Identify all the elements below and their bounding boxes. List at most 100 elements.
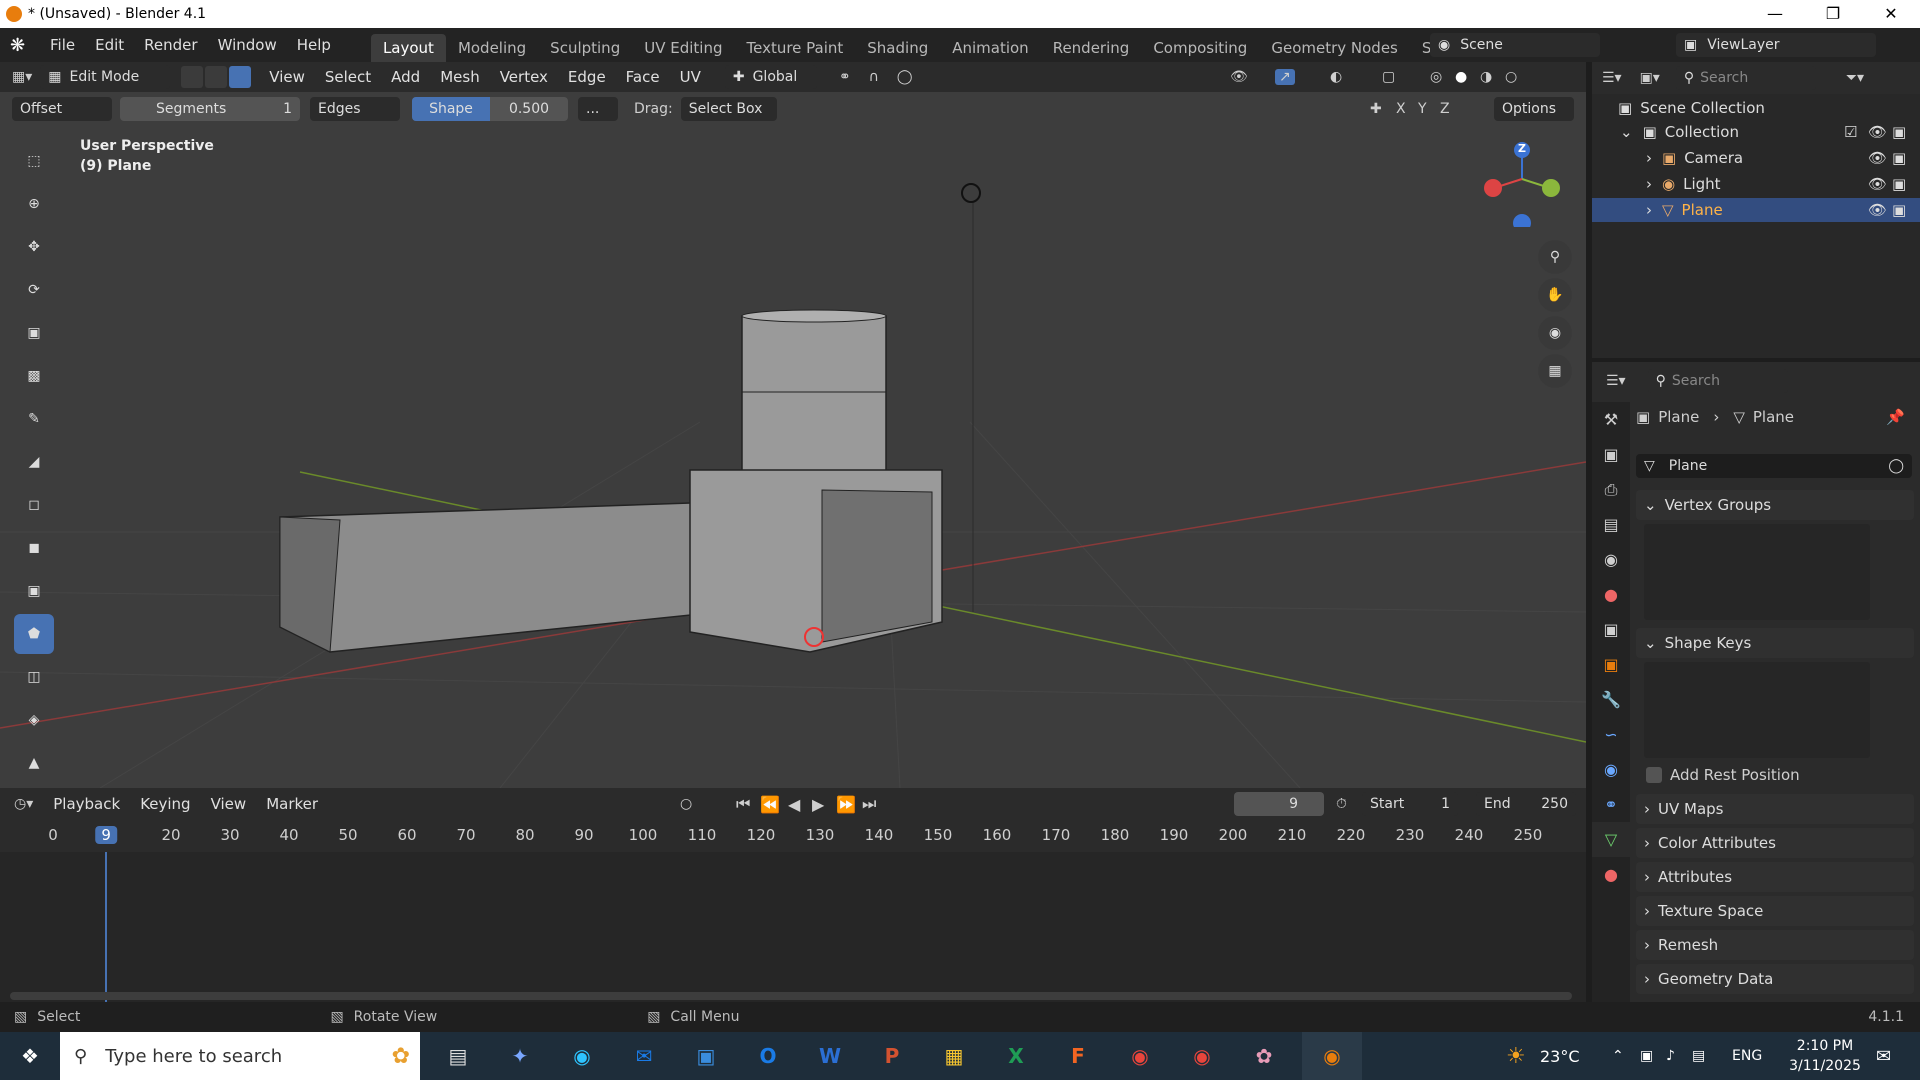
ruler-tick-label[interactable]: 240 — [1455, 826, 1484, 844]
expand-plane-icon[interactable]: › — [1646, 201, 1652, 219]
tab-modeling[interactable]: Modeling — [446, 34, 538, 62]
ruler-tick-label[interactable]: 180 — [1101, 826, 1130, 844]
segments-field[interactable]: Segments 1 — [120, 97, 300, 121]
minimize-icon[interactable]: — — [1746, 0, 1804, 28]
inset-icon[interactable]: ▣ — [14, 571, 54, 611]
cursor-icon[interactable]: ⊕ — [14, 184, 54, 224]
outlook-new-icon[interactable]: ✉ — [620, 1032, 668, 1080]
proportional-edit-icon[interactable]: ◯ — [897, 69, 913, 85]
affect-select[interactable]: Edges — [310, 97, 400, 121]
menu-help[interactable]: Help — [287, 28, 341, 62]
ruler-tick-label[interactable]: 20 — [161, 826, 180, 844]
panel-shape-keys[interactable]: ⌄ Shape Keys — [1636, 628, 1914, 658]
mirror-icon[interactable]: ✚ — [1370, 101, 1382, 117]
camera-render-icon[interactable]: ▣ — [1892, 149, 1906, 167]
tab-uv-editing[interactable]: UV Editing — [632, 34, 734, 62]
menu-edge[interactable]: Edge — [558, 60, 616, 94]
scene-collection-row[interactable]: ▣ Scene Collection — [1592, 96, 1920, 120]
filter-icon[interactable]: ⏷▾ — [1846, 70, 1864, 86]
collection-checkbox-icon[interactable]: ☑ — [1844, 123, 1857, 141]
shading-solid-icon[interactable]: ● — [1455, 69, 1467, 85]
rotate-icon[interactable]: ⟳ — [14, 270, 54, 310]
more-options-button[interactable]: ... — [578, 97, 618, 121]
axis-x-toggle[interactable]: X — [1396, 101, 1406, 117]
ruler-tick-label[interactable]: 80 — [515, 826, 534, 844]
outliner-item-camera[interactable]: › ▣ Camera 👁 ▣ — [1592, 146, 1920, 170]
ruler-tick-label[interactable]: 70 — [456, 826, 475, 844]
panel-geometry-data[interactable]: › Geometry Data — [1636, 964, 1914, 994]
shading-rendered-icon[interactable]: ○ — [1505, 69, 1517, 85]
drag-select[interactable]: Select Box — [680, 97, 777, 121]
jump-end-icon[interactable]: ⏭ — [862, 794, 876, 814]
close-icon[interactable]: ✕ — [1862, 0, 1920, 28]
offset-type-select[interactable]: Offset — [12, 97, 112, 121]
timeline-area[interactable]: 0 9 20 30 40 50 60 70 80 90 100 110 120 130 140 150 160 1… — [0, 820, 1586, 1002]
windows-start-icon[interactable]: ❖ — [0, 1032, 60, 1080]
viewport-scene[interactable] — [0, 92, 1586, 788]
mesh-name-field[interactable]: ▽ Plane ◯ — [1636, 454, 1912, 478]
restore-icon[interactable]: ❐ — [1804, 0, 1862, 28]
end-frame-field[interactable]: End 250 — [1476, 792, 1576, 816]
collection-visibility-icon[interactable]: 👁 — [1868, 123, 1887, 141]
clock[interactable]: 2:10 PM 3/11/2025 — [1785, 1036, 1865, 1076]
outliner-search[interactable]: ⚲ Search — [1675, 66, 1816, 90]
extrude-icon[interactable]: ◼ — [14, 528, 54, 568]
face-select-icon[interactable] — [229, 66, 252, 88]
bevel-icon[interactable]: ⬟ — [14, 614, 54, 654]
3d-viewport[interactable]: User Perspective (9) Plane Z ⚲ ✋ ◉ ▦ — [0, 92, 1586, 788]
vertex-groups-list[interactable] — [1644, 524, 1870, 620]
task-view-icon[interactable]: ▤ — [434, 1032, 482, 1080]
poly-build-icon[interactable]: ▲ — [14, 743, 54, 783]
volume-icon[interactable]: ♪ — [1666, 1048, 1675, 1064]
blender-taskbar-icon[interactable]: ◉ — [1302, 1032, 1362, 1080]
panel-attributes[interactable]: › Attributes — [1636, 862, 1914, 892]
fake-user-icon[interactable]: ◯ — [1888, 458, 1904, 474]
language-indicator[interactable]: ENG — [1732, 1048, 1762, 1064]
outliner-editor-icon[interactable]: ☰▾ — [1602, 70, 1622, 86]
outlook-icon[interactable]: O — [744, 1032, 792, 1080]
shape-field[interactable]: Shape 0.500 — [412, 97, 568, 121]
menu-marker[interactable]: Marker — [256, 787, 328, 821]
file-explorer-icon[interactable]: ▦ — [930, 1032, 978, 1080]
tab-sculpting[interactable]: Sculpting — [538, 34, 632, 62]
light-visibility-icon[interactable]: 👁 — [1868, 175, 1887, 193]
vertex-select-icon[interactable] — [181, 66, 204, 88]
network-icon[interactable]: ▤ — [1692, 1048, 1705, 1064]
ruler-tick-label[interactable]: 0 — [48, 826, 58, 844]
current-frame-field[interactable]: 9 — [1234, 792, 1324, 816]
properties-editor-icon[interactable]: ☰▾ — [1606, 373, 1626, 389]
expand-camera-icon[interactable]: › — [1646, 149, 1652, 167]
menu-mesh[interactable]: Mesh — [430, 60, 490, 94]
auto-keying-icon[interactable]: ○ — [680, 796, 692, 812]
visibility-icon[interactable]: 👁 — [1230, 69, 1248, 85]
tab-layout[interactable]: Layout — [370, 34, 446, 62]
menu-face[interactable]: Face — [616, 60, 670, 94]
expand-light-icon[interactable]: › — [1646, 175, 1652, 193]
ruler-tick-label[interactable]: 150 — [924, 826, 953, 844]
gizmo-toggle-icon[interactable]: ↗ — [1275, 69, 1295, 85]
tab-shading[interactable]: Shading — [855, 34, 940, 62]
view-layer-selector[interactable]: ▣ ViewLayer — [1676, 33, 1876, 57]
weather-temp[interactable]: 23°C — [1540, 1047, 1580, 1066]
frame-ruler[interactable]: 0 9 20 30 40 50 60 70 80 90 100 110 120 130 140 150 160 1… — [0, 820, 1586, 852]
foxit-icon[interactable]: F — [1054, 1032, 1102, 1080]
light-render-icon[interactable]: ▣ — [1892, 175, 1906, 193]
mode-selector[interactable]: ▦ Edit Mode — [40, 65, 171, 89]
add-rest-position-row[interactable]: Add Rest Position — [1646, 766, 1920, 784]
preview-range-icon[interactable]: ⏱ — [1336, 796, 1347, 812]
add-rest-position-checkbox[interactable] — [1646, 767, 1662, 783]
ruler-tick-label[interactable]: 40 — [279, 826, 298, 844]
transform-icon[interactable]: ▩ — [14, 356, 54, 396]
plane-render-icon[interactable]: ▣ — [1892, 201, 1906, 219]
scene-selector[interactable]: ◉ Scene — [1430, 33, 1600, 57]
ruler-tick-label[interactable]: 120 — [747, 826, 776, 844]
show-hidden-icon[interactable]: ⌃ — [1612, 1048, 1624, 1064]
edge-browser-icon[interactable]: ◉ — [558, 1032, 606, 1080]
render-tab-icon[interactable]: ▣ — [1592, 437, 1630, 472]
notifications-icon[interactable]: ✉ — [1876, 1046, 1891, 1067]
display-mode-icon[interactable]: ▣▾ — [1640, 70, 1660, 86]
overlays-icon[interactable]: ◐ — [1330, 69, 1342, 85]
paint-icon[interactable]: ✿ — [1240, 1032, 1288, 1080]
tab-compositing[interactable]: Compositing — [1141, 34, 1259, 62]
tab-rendering[interactable]: Rendering — [1041, 34, 1142, 62]
